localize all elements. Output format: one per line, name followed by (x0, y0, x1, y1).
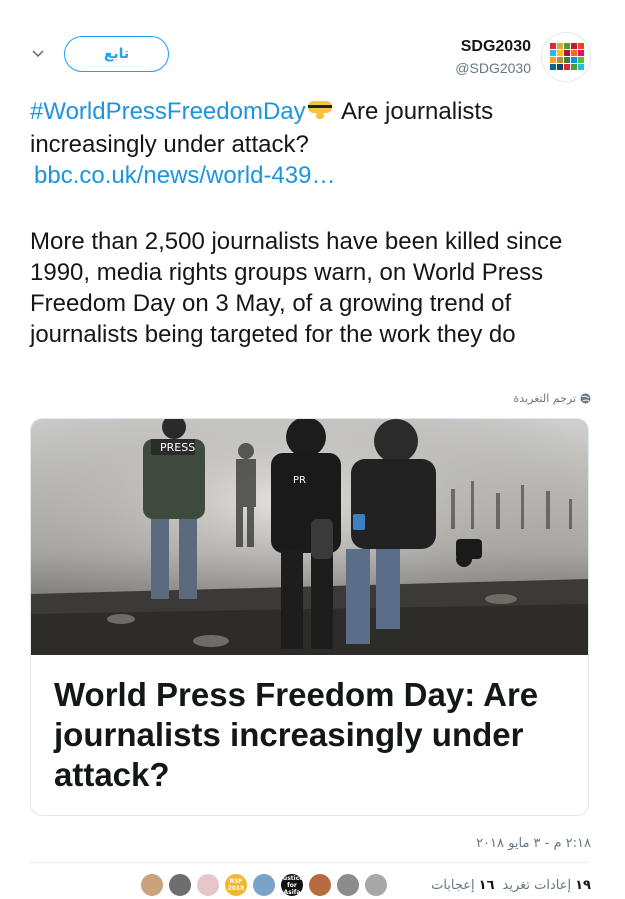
avatar-building-icon[interactable] (252, 873, 276, 897)
tweet-paragraph: More than 2,500 journalists have been ki… (30, 228, 563, 348)
chevron-down-icon[interactable] (28, 44, 48, 64)
tweet-stats: ١٩ إعادات تغريد ١٦ إعجابات (431, 872, 591, 898)
avatar-man-2-icon[interactable] (336, 873, 360, 897)
divider (30, 862, 589, 863)
journalists-in-smoke-photo-icon[interactable]: PRESS PR (31, 419, 588, 655)
card-title[interactable]: World Press Freedom Day: Are journalists… (54, 675, 574, 795)
user-info[interactable]: SDG2030 @SDG2030 (455, 38, 531, 76)
press-vest-label: PRESS (160, 441, 195, 454)
likes-label[interactable]: إعجابات (431, 878, 475, 893)
link-preview-card[interactable]: PRESS PR World Press Freedom Day: Are jo… (30, 418, 589, 816)
user-handle[interactable]: @SDG2030 (455, 60, 531, 76)
avatar-justice-for-asifa-icon[interactable]: Justice for Asifa (280, 873, 304, 897)
likes-count[interactable]: ١٦ (479, 878, 495, 893)
follow-button[interactable]: تابع (64, 36, 169, 72)
retweets-stat[interactable]: ١٩ إعادات تغريد (503, 878, 591, 893)
avatar-woman-2-icon[interactable] (308, 873, 332, 897)
tweet-header: تابع SDG2030 @SDG2030 (0, 0, 625, 90)
liker-avatar-label: RSF 2018 (227, 878, 245, 892)
translate-tweet-link[interactable]: ترجم التغريدة (514, 392, 591, 405)
retweets-count[interactable]: ١٩ (575, 878, 591, 893)
hashtag-link[interactable]: #WorldPressFreedomDay (30, 98, 306, 125)
liker-avatars: RSF 2018 Justice for Asifa (140, 872, 388, 898)
globe-icon (580, 393, 591, 404)
avatar-rsf-2018-icon[interactable]: RSF 2018 (224, 873, 248, 897)
likes-stat[interactable]: ١٦ إعجابات (431, 878, 494, 893)
sdg-wheel-logo-icon[interactable] (541, 32, 591, 82)
avatar-woman-icon[interactable] (140, 873, 164, 897)
shushing-hand-emoji-icon (306, 97, 336, 129)
tweet-timestamp[interactable]: ٢:١٨ م - ٣ مايو ٢٠١٨ (476, 836, 591, 851)
avatar-man-icon[interactable] (168, 873, 192, 897)
tweet-text: #WorldPressFreedomDay Are journalists in… (30, 96, 590, 191)
translate-label[interactable]: ترجم التغريدة (514, 392, 576, 405)
press-vest-label-2: PR (293, 475, 306, 486)
avatar-flower-icon[interactable] (196, 873, 220, 897)
liker-avatar-label: Justice for Asifa (280, 874, 304, 896)
avatar-woman-3-icon[interactable] (364, 873, 388, 897)
retweets-label[interactable]: إعادات تغريد (503, 878, 572, 893)
display-name[interactable]: SDG2030 (455, 38, 531, 56)
article-link[interactable]: bbc.co.uk/news/world-439… (34, 162, 335, 189)
